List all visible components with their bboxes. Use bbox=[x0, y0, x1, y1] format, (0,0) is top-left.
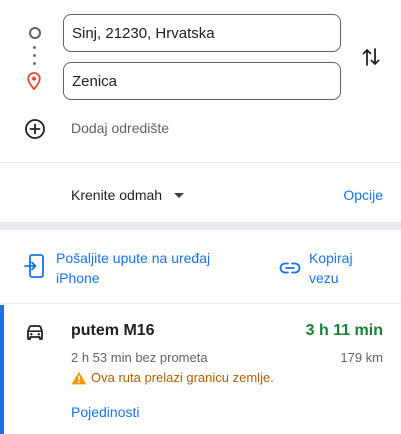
route-duration: 3 h 11 min bbox=[305, 322, 383, 339]
route-dots-icon bbox=[33, 46, 36, 66]
send-to-phone-button[interactable]: Pošaljite upute na uređaj iPhone bbox=[24, 248, 236, 288]
route-option-card[interactable]: putem M16 3 h 11 min 2 h 53 min bez prom… bbox=[0, 305, 401, 434]
depart-time-dropdown[interactable]: Krenite odmah bbox=[71, 187, 185, 203]
divider bbox=[0, 303, 401, 304]
add-stop-label: Dodaj odredište bbox=[71, 120, 170, 136]
link-icon bbox=[279, 262, 301, 274]
add-circle-icon bbox=[25, 119, 45, 139]
origin-circle-icon bbox=[29, 27, 41, 39]
caret-down-icon bbox=[174, 192, 185, 198]
copy-link-label: Kopiraj vezu bbox=[309, 250, 353, 286]
origin-field[interactable] bbox=[63, 14, 341, 52]
details-link[interactable]: Pojedinosti bbox=[71, 404, 140, 420]
options-link[interactable]: Opcije bbox=[343, 187, 383, 203]
warning-text: Ova ruta prelazi granicu zemlje. bbox=[91, 370, 274, 385]
copy-link-button[interactable]: Kopiraj vezu bbox=[279, 248, 369, 288]
route-time-without-traffic: 2 h 53 min bez prometa bbox=[71, 350, 208, 365]
border-crossing-warning: Ova ruta prelazi granicu zemlje. bbox=[71, 370, 274, 385]
send-to-phone-icon bbox=[24, 254, 44, 278]
car-icon bbox=[27, 325, 43, 340]
directions-panel: Dodaj odredište Krenite odmah Opcije Poš… bbox=[0, 0, 401, 434]
swap-button[interactable] bbox=[358, 44, 384, 70]
route-distance: 179 km bbox=[340, 350, 383, 365]
origin-input[interactable] bbox=[64, 15, 340, 51]
depart-time-label: Krenite odmah bbox=[71, 187, 163, 203]
destination-input[interactable] bbox=[64, 63, 340, 99]
route-via: putem M16 bbox=[71, 322, 155, 339]
section-separator bbox=[0, 222, 401, 230]
divider bbox=[0, 162, 401, 163]
selected-route-indicator bbox=[0, 305, 4, 434]
location-pin-icon bbox=[27, 72, 41, 90]
send-to-phone-label: Pošaljite upute na uređaj iPhone bbox=[56, 250, 211, 286]
destination-field[interactable] bbox=[63, 62, 341, 100]
swap-vertical-icon bbox=[362, 48, 380, 66]
warning-triangle-icon bbox=[71, 371, 87, 384]
add-stop-button[interactable]: Dodaj odredište bbox=[24, 118, 169, 140]
